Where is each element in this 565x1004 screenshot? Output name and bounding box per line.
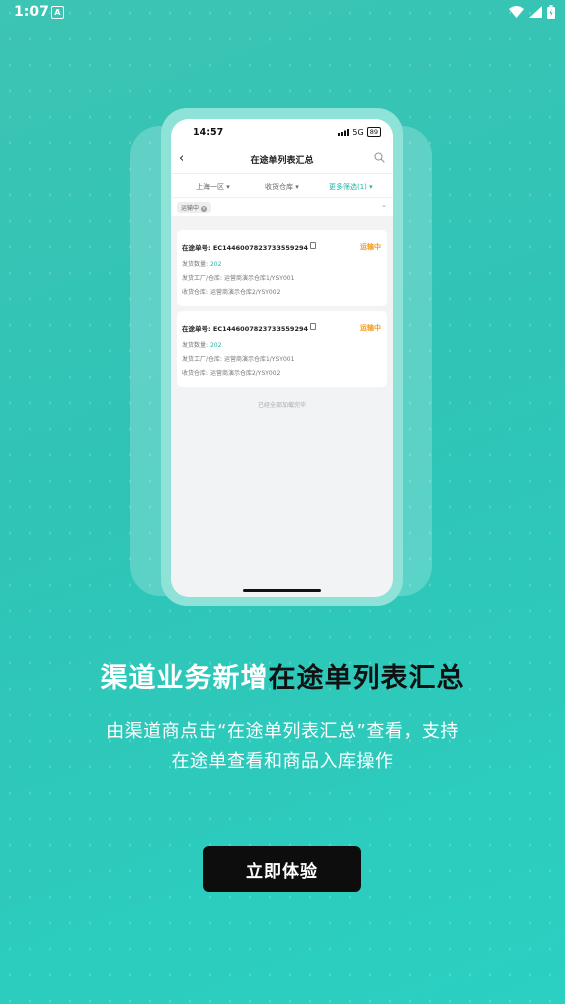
battery-icon: [547, 5, 555, 19]
chevron-down-icon: ⌄: [381, 201, 387, 209]
notification-indicator: A: [51, 6, 64, 19]
preview-nav-bar: ‹ 在途单列表汇总: [171, 145, 393, 173]
preview-status-time: 14:57: [193, 127, 224, 138]
try-now-button[interactable]: 立即体验: [203, 846, 361, 892]
signal-bars-icon: [338, 128, 350, 136]
card-quantity: 发货数量: 202: [182, 261, 222, 268]
description-line-1: 由渠道商点击“在途单列表汇总”查看，支持: [106, 721, 459, 742]
filter-tag: 运输中 ×: [177, 202, 212, 213]
preview-battery: 89: [366, 127, 381, 137]
card-origin: 发货工厂/仓库: 运营商演示仓库1/YSY001: [182, 356, 295, 363]
phone-screen: 14:57 5G 89 ‹ 在途单列表汇总 上海一区 ▾ 收货仓库 ▾ 更多筛选…: [171, 119, 393, 597]
card-status: 运输中: [360, 243, 381, 251]
card-destination: 收货仓库: 运营商演示仓库2/YSY002: [182, 370, 281, 377]
filter-more: 更多筛选(1) ▾: [329, 183, 373, 191]
close-icon: ×: [201, 205, 208, 212]
copy-icon: [310, 242, 316, 249]
card-number: 在途单号: EC1446007823733559294: [182, 244, 309, 252]
card-quantity: 发货数量: 202: [182, 342, 222, 349]
preview-card: 在途单号: EC1446007823733559294 运输中 发货数量: 20…: [177, 230, 387, 306]
card-status: 运输中: [360, 324, 381, 332]
headline-white: 渠道业务新增: [100, 663, 269, 694]
wifi-icon: [509, 6, 524, 18]
phone-mockup: 14:57 5G 89 ‹ 在途单列表汇总 上海一区 ▾ 收货仓库 ▾ 更多筛选…: [161, 108, 403, 606]
feature-headline: 渠道业务新增在途单列表汇总: [0, 656, 565, 695]
home-indicator: [243, 589, 321, 592]
status-time: 1:07: [14, 4, 49, 20]
card-number: 在途单号: EC1446007823733559294: [182, 325, 309, 333]
card-origin: 发货工厂/仓库: 运营商演示仓库1/YSY001: [182, 275, 295, 282]
status-bar: 1:07 A: [0, 0, 565, 26]
signal-icon: [529, 6, 542, 18]
preview-filter-bar: 上海一区 ▾ 收货仓库 ▾ 更多筛选(1) ▾: [171, 173, 393, 198]
preview-tag-row: 运输中 × ⌄: [171, 197, 393, 216]
headline-dark: 在途单列表汇总: [268, 663, 465, 694]
network-label: 5G: [352, 127, 364, 137]
preview-page-title: 在途单列表汇总: [250, 156, 314, 166]
filter-warehouse: 收货仓库 ▾: [265, 183, 299, 191]
filter-region: 上海一区 ▾: [196, 183, 230, 191]
preview-status-icons: 5G 89: [338, 127, 381, 137]
preview-status-bar: 14:57 5G 89: [171, 119, 393, 145]
status-icons: [509, 5, 555, 19]
search-icon: [374, 152, 385, 163]
copy-icon: [310, 323, 316, 330]
preview-end-text: 已经全部加载完毕: [257, 402, 306, 409]
card-destination: 收货仓库: 运营商演示仓库2/YSY002: [182, 289, 281, 296]
description-line-2: 在途单查看和商品入库操作: [171, 751, 394, 772]
preview-card: 在途单号: EC1446007823733559294 运输中 发货数量: 20…: [177, 311, 387, 387]
